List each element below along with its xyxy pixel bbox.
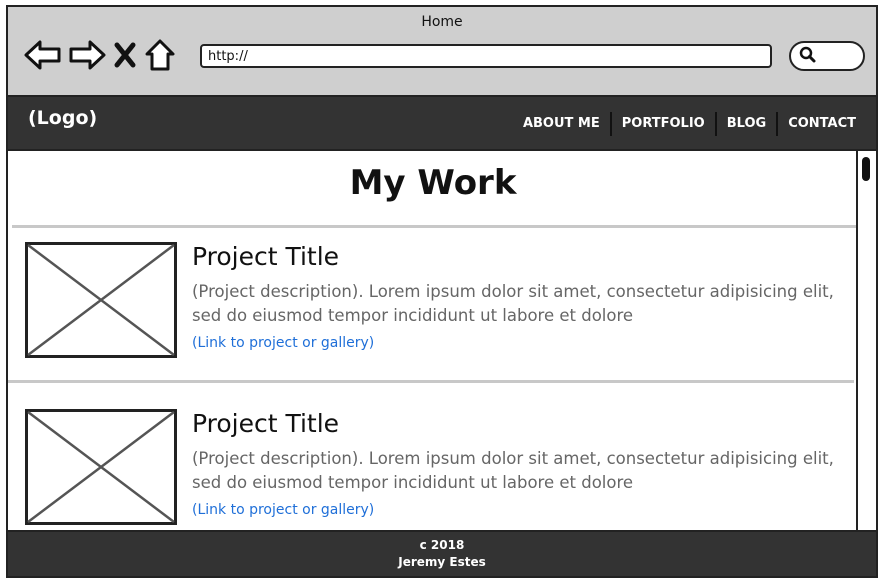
image-placeholder-icon (25, 242, 177, 358)
forward-arrow-icon[interactable] (67, 37, 107, 77)
project-title: Project Title (192, 409, 340, 438)
window-title: Home (421, 14, 463, 30)
project-card: Project Title (Project description). Lor… (8, 242, 858, 367)
project-description: (Project description). Lorem ipsum dolor… (192, 449, 834, 492)
browser-nav-buttons (23, 37, 177, 77)
page-content: My Work Project Title (Project descripti… (8, 151, 858, 532)
close-icon[interactable] (111, 37, 139, 77)
back-arrow-icon[interactable] (23, 37, 63, 77)
site-footer: c 2018 Jeremy Estes (8, 530, 876, 576)
vertical-scrollbar[interactable] (856, 151, 876, 532)
project-link[interactable]: (Link to project or gallery) (192, 335, 374, 351)
project-description: (Project description). Lorem ipsum dolor… (192, 282, 834, 325)
scroll-thumb[interactable] (862, 157, 870, 181)
home-icon[interactable] (143, 37, 177, 77)
nav-blog[interactable]: BLOG (717, 112, 776, 136)
footer-author: Jeremy Estes (398, 555, 486, 569)
main-nav: ABOUT ME PORTFOLIO BLOG CONTACT (513, 112, 866, 136)
project-card: Project Title (Project description). Lor… (8, 409, 858, 532)
nav-contact[interactable]: CONTACT (778, 112, 866, 136)
image-placeholder-icon (25, 409, 177, 525)
url-input[interactable] (200, 44, 772, 68)
footer-copyright: c 2018 (419, 538, 465, 552)
page-title: My Work (349, 163, 517, 203)
browser-window: Home http:// (Logo) ABOUT ME PORTFOLIO B… (6, 5, 878, 578)
title-divider (12, 225, 858, 228)
search-icon (797, 44, 817, 68)
browser-search-box[interactable] (789, 41, 865, 71)
nav-portfolio[interactable]: PORTFOLIO (612, 112, 715, 136)
browser-chrome: Home (8, 7, 876, 97)
project-divider (8, 380, 854, 383)
site-header: (Logo) ABOUT ME PORTFOLIO BLOG CONTACT (8, 97, 876, 151)
logo[interactable]: (Logo) (28, 107, 97, 129)
nav-about-me[interactable]: ABOUT ME (513, 112, 610, 136)
project-title: Project Title (192, 242, 340, 271)
project-link[interactable]: (Link to project or gallery) (192, 502, 374, 518)
